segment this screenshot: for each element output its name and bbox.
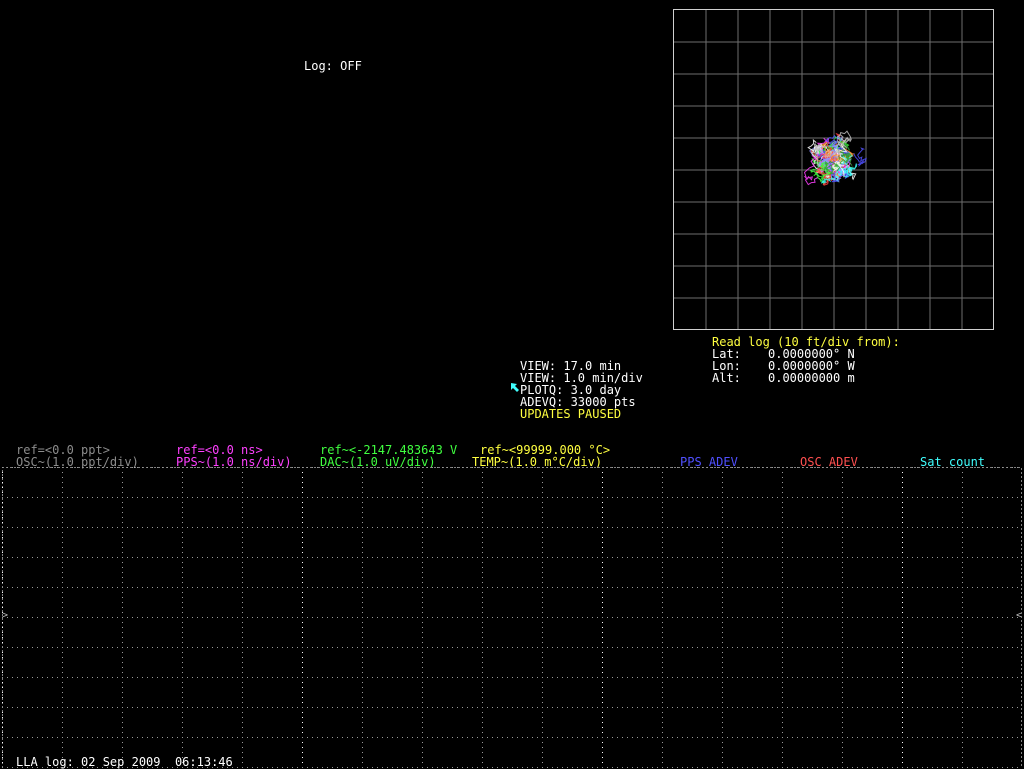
plot-right-marker: < [1016, 610, 1023, 621]
main-plot-grid [2, 467, 1022, 768]
plot-left-marker: > [2, 610, 9, 621]
alt-label: Alt: [712, 371, 741, 385]
alt-value: 0.00000000 m [768, 371, 855, 385]
updates-status: UPDATES PAUSED [520, 407, 622, 421]
main-grid-dots [2, 467, 1018, 768]
lla-scatter-plot [673, 9, 994, 330]
lla-log-timestamp: LLA log: 02 Sep 2009 06:13:46 [16, 755, 233, 769]
mouse-pointer-icon [510, 382, 522, 394]
main-plot-area [2, 467, 1022, 768]
lla-trace [853, 147, 867, 167]
log-status: Log: OFF [304, 59, 362, 73]
lla-position-traces [803, 130, 867, 186]
lla-scatter-canvas [674, 10, 993, 329]
